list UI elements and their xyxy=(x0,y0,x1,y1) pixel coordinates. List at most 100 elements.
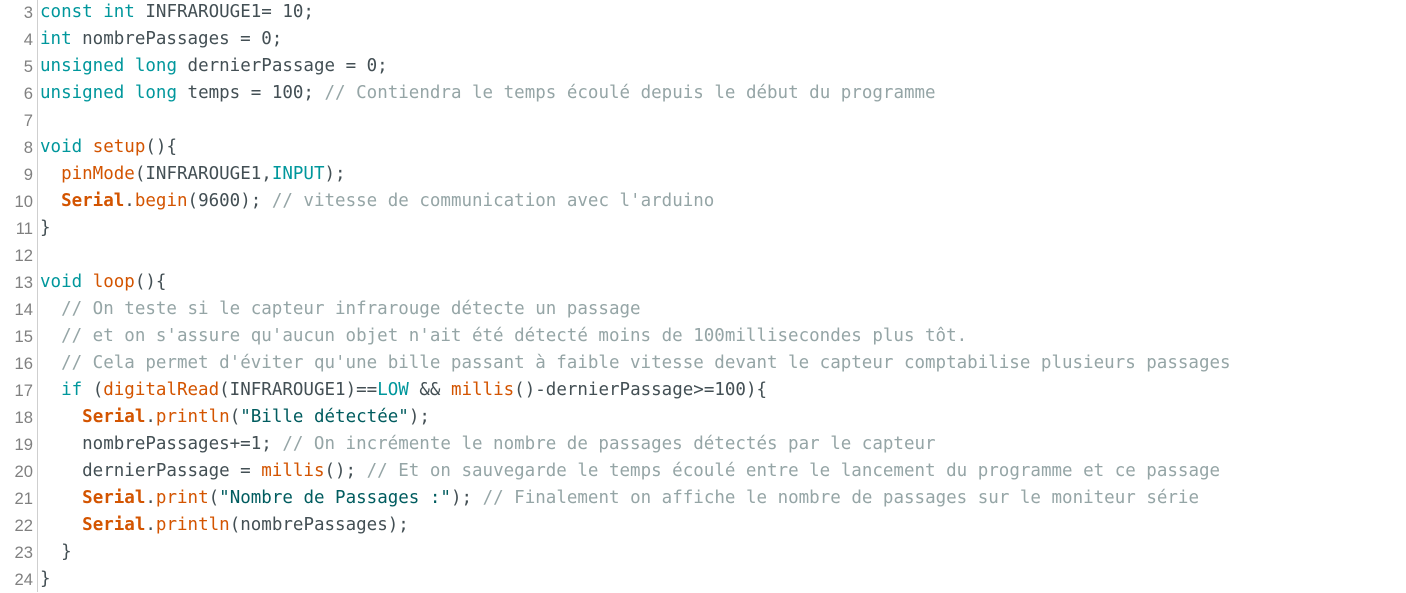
line-number: 14 xyxy=(14,300,33,319)
comment-token: // Et on sauvegarde le temps écoulé entr… xyxy=(366,461,1221,481)
plain-token: (INFRAROUGE1)== xyxy=(219,380,378,400)
line-number: 19 xyxy=(14,435,33,454)
comment-token: // Cela permet d'éviter qu'une bille pas… xyxy=(61,353,1231,373)
code-line[interactable]: 15 // et on s'assure qu'aucun objet n'ai… xyxy=(0,323,1406,350)
line-number: 11 xyxy=(15,219,33,238)
comment-token: // Contiendra le temps écoulé depuis le … xyxy=(324,83,936,103)
code-text[interactable]: unsigned long dernierPassage = 0; xyxy=(40,53,388,80)
keyword-token: INPUT xyxy=(271,164,325,184)
line-number: 10 xyxy=(14,192,33,211)
string-token: "Bille détectée" xyxy=(240,407,409,427)
comment-token: // Finalement on affiche le nombre de pa… xyxy=(482,488,1200,508)
code-text[interactable]: } xyxy=(40,539,72,566)
line-number: 21 xyxy=(14,489,33,508)
comment-token: // vitesse de communication avec l'ardui… xyxy=(271,191,715,211)
function-token: digitalRead xyxy=(103,380,220,400)
code-line[interactable]: 7 xyxy=(0,107,1406,134)
code-text[interactable]: } xyxy=(40,566,51,593)
plain-token: ()-dernierPassage>=100){ xyxy=(514,380,768,400)
code-line[interactable]: 17 if (digitalRead(INFRAROUGE1)==LOW && … xyxy=(0,377,1406,404)
line-number: 12 xyxy=(14,246,33,265)
plain-token: (nombrePassages); xyxy=(229,515,409,535)
code-line[interactable]: 19 nombrePassages+=1; // On incrémente l… xyxy=(0,431,1406,458)
string-token: "Nombre de Passages :" xyxy=(219,488,451,508)
line-number: 5 xyxy=(23,57,33,76)
line-number: 15 xyxy=(14,327,33,346)
code-text[interactable]: // Cela permet d'éviter qu'une bille pas… xyxy=(40,350,1231,377)
code-line[interactable]: 8 void setup(){ xyxy=(0,134,1406,161)
code-text[interactable]: int nombrePassages = 0; xyxy=(40,26,282,53)
code-line[interactable]: 16 // Cela permet d'éviter qu'une bille … xyxy=(0,350,1406,377)
plain-token: } xyxy=(40,218,51,238)
plain-token: ); xyxy=(408,407,430,427)
function-token: pinMode xyxy=(61,164,135,184)
code-text[interactable]: Serial.print("Nombre de Passages :"); //… xyxy=(40,485,1199,512)
code-text[interactable]: // et on s'assure qu'aucun objet n'ait é… xyxy=(40,323,967,350)
code-line[interactable]: 3 const int INFRAROUGE1= 10; xyxy=(0,0,1406,26)
code-line[interactable]: 10 Serial.begin(9600); // vitesse de com… xyxy=(0,188,1406,215)
plain-token: dernierPassage = 0; xyxy=(177,56,388,76)
code-text[interactable]: } xyxy=(40,215,51,242)
function-token: begin xyxy=(134,191,188,211)
code-text[interactable]: unsigned long temps = 100; // Contiendra… xyxy=(40,80,936,107)
code-text[interactable]: void setup(){ xyxy=(40,134,177,161)
keyword-token: if xyxy=(61,380,83,400)
code-text[interactable]: dernierPassage = millis(); // Et on sauv… xyxy=(40,458,1220,485)
code-line[interactable]: 9 pinMode(INFRAROUGE1,INPUT); xyxy=(0,161,1406,188)
keyword-token: void xyxy=(40,137,83,157)
line-number: 24 xyxy=(14,570,33,589)
class-token: Serial xyxy=(82,407,146,427)
class-token: Serial xyxy=(61,191,125,211)
code-line[interactable]: 13 void loop(){ xyxy=(0,269,1406,296)
function-token: println xyxy=(155,515,230,535)
code-text[interactable]: if (digitalRead(INFRAROUGE1)==LOW && mil… xyxy=(40,377,767,404)
code-line[interactable]: 12 xyxy=(0,242,1406,269)
keyword-token: LOW xyxy=(377,380,409,400)
keyword-token: const xyxy=(40,2,93,22)
plain-token: ( xyxy=(82,380,104,400)
keyword-token: long xyxy=(134,56,177,76)
line-number: 13 xyxy=(14,273,33,292)
plain-token: ( xyxy=(208,488,220,508)
plain-token: (9600); xyxy=(187,191,272,211)
keyword-token: void xyxy=(40,272,83,292)
code-line[interactable]: 20 dernierPassage = millis(); // Et on s… xyxy=(0,458,1406,485)
code-text[interactable]: nombrePassages+=1; // On incrémente le n… xyxy=(40,431,935,458)
code-line[interactable]: 22 Serial.println(nombrePassages); xyxy=(0,512,1406,539)
code-line[interactable]: 5 unsigned long dernierPassage = 0; xyxy=(0,53,1406,80)
code-line[interactable]: 11} xyxy=(0,215,1406,242)
plain-token: nombrePassages = 0; xyxy=(71,29,283,49)
function-token: println xyxy=(155,407,230,427)
code-line[interactable]: 4 int nombrePassages = 0; xyxy=(0,26,1406,53)
code-text[interactable]: Serial.println(nombrePassages); xyxy=(40,512,409,539)
keyword-token: int xyxy=(40,29,72,49)
code-line[interactable]: 6 unsigned long temps = 100; // Contiendr… xyxy=(0,80,1406,107)
plain-token: ); xyxy=(324,164,346,184)
code-text[interactable]: Serial.begin(9600); // vitesse de commun… xyxy=(40,188,714,215)
code-text[interactable]: Serial.println("Bille détectée"); xyxy=(40,404,430,431)
line-number: 16 xyxy=(14,354,33,373)
code-editor[interactable]: 3 const int INFRAROUGE1= 10; 4 int nombrePa… xyxy=(0,0,1406,592)
code-line[interactable]: 24} xyxy=(0,566,1406,593)
code-text[interactable]: void loop(){ xyxy=(40,269,166,296)
code-line[interactable]: 14 // On teste si le capteur infrarouge … xyxy=(0,296,1406,323)
code-text[interactable]: // On teste si le capteur infrarouge dét… xyxy=(40,296,640,323)
code-line[interactable]: 23 } xyxy=(0,539,1406,566)
code-line[interactable]: 21 Serial.print("Nombre de Passages :");… xyxy=(0,485,1406,512)
code-line[interactable]: 18 Serial.println("Bille détectée"); xyxy=(0,404,1406,431)
line-number: 3 xyxy=(23,3,33,22)
keyword-token: unsigned xyxy=(40,56,125,76)
plain-token: temps = 100; xyxy=(177,83,325,103)
code-text[interactable]: const int INFRAROUGE1= 10; xyxy=(40,0,314,26)
keyword-token: unsigned xyxy=(40,83,125,103)
plain-token: INFRAROUGE1= 10; xyxy=(134,2,314,22)
code-text[interactable]: pinMode(INFRAROUGE1,INPUT); xyxy=(40,161,346,188)
class-token: Serial xyxy=(82,488,146,508)
